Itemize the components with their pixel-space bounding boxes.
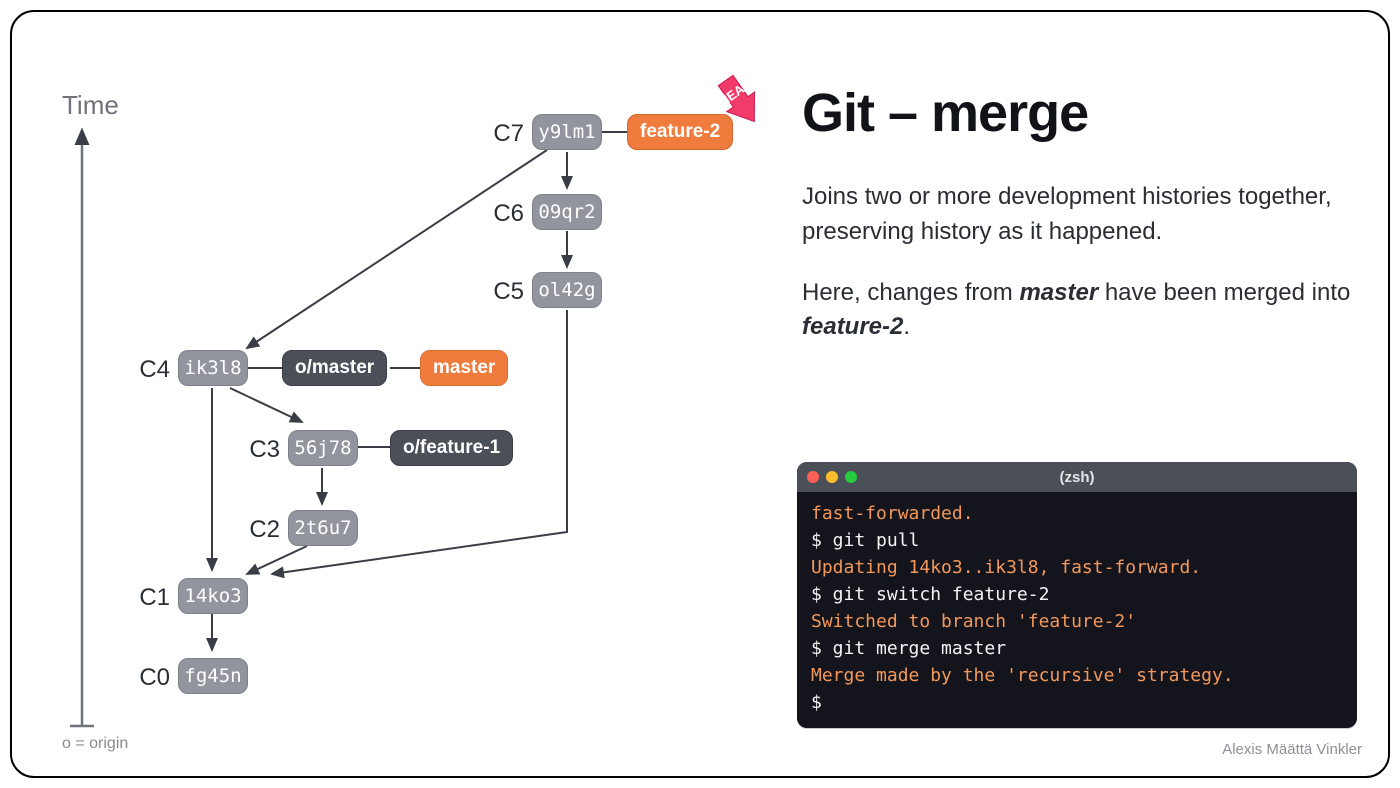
terminal-line: fast-forwarded. xyxy=(811,500,1343,527)
commit-c0: fg45n xyxy=(178,658,248,694)
diagram-frame: Time o = origin xyxy=(10,10,1390,778)
terminal-line: $ git merge master xyxy=(811,635,1343,662)
commit-label-c5: C5 xyxy=(484,278,524,306)
commit-label-c2: C2 xyxy=(240,516,280,544)
explanation-panel: Git – merge Joins two or more developmen… xyxy=(802,82,1362,371)
origin-legend: o = origin xyxy=(62,735,128,753)
description-1: Joins two or more development histories … xyxy=(802,180,1362,250)
commit-c6: 09qr2 xyxy=(532,194,602,230)
page-title: Git – merge xyxy=(802,82,1362,144)
terminal-line: Updating 14ko3..ik3l8, fast-forward. xyxy=(811,554,1343,581)
commit-label-c6: C6 xyxy=(484,200,524,228)
commit-c1: 14ko3 xyxy=(178,578,248,614)
commit-c2: 2t6u7 xyxy=(288,510,358,546)
author-credit: Alexis Määttä Vinkler xyxy=(1222,741,1362,758)
branch-master: master xyxy=(420,350,508,386)
commit-label-c4: C4 xyxy=(130,356,170,384)
terminal-line: $ git pull xyxy=(811,527,1343,554)
commit-c5: ol42g xyxy=(532,272,602,308)
terminal-line: $ git switch feature-2 xyxy=(811,581,1343,608)
commit-c7: y9lm1 xyxy=(532,114,602,150)
terminal-titlebar: (zsh) xyxy=(797,462,1357,492)
commit-c3: 56j78 xyxy=(288,430,358,466)
commit-label-c7: C7 xyxy=(484,120,524,148)
remote-o-master: o/master xyxy=(282,350,387,386)
commit-label-c3: C3 xyxy=(240,436,280,464)
terminal-line: Merge made by the 'recursive' strategy. xyxy=(811,662,1343,689)
terminal-line: Switched to branch 'feature-2' xyxy=(811,608,1343,635)
terminal-body: fast-forwarded. $ git pull Updating 14ko… xyxy=(797,492,1357,728)
time-axis-label: Time xyxy=(62,90,119,121)
commit-label-c0: C0 xyxy=(130,664,170,692)
terminal-window: (zsh) fast-forwarded. $ git pull Updatin… xyxy=(797,462,1357,728)
head-pointer-icon: HEAD xyxy=(705,66,775,136)
terminal-title: (zsh) xyxy=(797,469,1357,486)
description-2: Here, changes from master have been merg… xyxy=(802,276,1362,346)
terminal-line: $ xyxy=(811,689,1343,716)
remote-o-feature-1: o/feature-1 xyxy=(390,430,513,466)
commit-c4: ik3l8 xyxy=(178,350,248,386)
git-graph: Time o = origin xyxy=(12,12,792,778)
commit-label-c1: C1 xyxy=(130,584,170,612)
